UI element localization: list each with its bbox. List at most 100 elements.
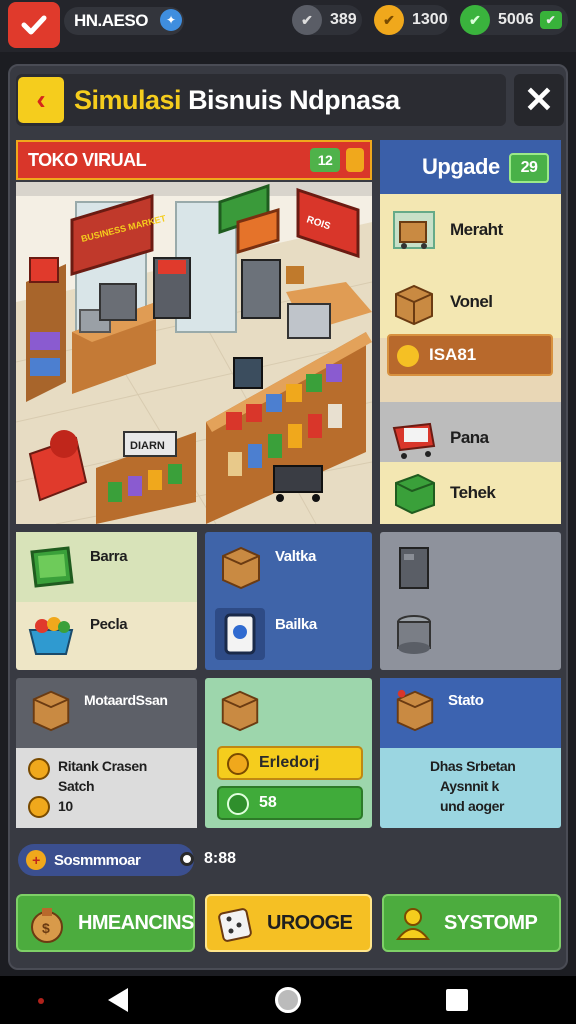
timer-value: 8:88 — [204, 850, 237, 867]
upgrade-item[interactable]: Vonel — [380, 266, 561, 338]
indicator-dot — [38, 998, 44, 1004]
gem-resource[interactable]: ✔ 5006 ✔ — [460, 5, 568, 35]
system-label: SYSTOMP — [444, 911, 538, 934]
shopping-cart-icon — [390, 414, 438, 462]
upgrade-count-badge: 29 — [509, 153, 549, 183]
shop-scene[interactable]: BUSINESS MARKET ROIS DIARN — [16, 182, 372, 524]
upgrade-item-label: Vonel — [450, 292, 493, 311]
upgrade-item-label: Meraht — [450, 220, 503, 239]
upgrade-title: Upgade — [422, 154, 500, 179]
back-button[interactable]: ‹ — [18, 77, 64, 123]
card-desc: Aysnnit k — [440, 778, 499, 794]
green-action-label: 58 — [259, 794, 277, 811]
card-line: 10 — [58, 798, 73, 814]
silver-resource[interactable]: ✔ 389 — [292, 5, 362, 35]
box-icon — [221, 690, 259, 732]
gem-icon: ✔ — [460, 5, 490, 35]
barrel-icon — [397, 615, 431, 654]
action-card-middle: Erledorj 58 — [205, 678, 372, 828]
gold-resource[interactable]: ✔ 1300 — [374, 5, 450, 35]
nav-home-icon[interactable] — [275, 987, 301, 1013]
upgrade-header: Upgade 29 — [380, 140, 561, 194]
shop-coin-icon — [346, 148, 364, 172]
green-crate-icon — [390, 469, 438, 517]
dice-icon — [218, 908, 252, 942]
card-desc: und aoger — [440, 798, 505, 814]
green-tablet-icon — [30, 546, 74, 588]
upgrade-item[interactable]: Meraht — [380, 194, 561, 266]
silver-amount: 389 — [330, 11, 357, 28]
top-status-bar: HN.AESO ✦ ✔ 389 ✔ 1300 ✔ 5006 ✔ — [0, 0, 576, 52]
title-bar: ‹ Simulasi Bisnuis Ndpnasa — [16, 74, 506, 126]
upgrade-price: ISA81 — [429, 345, 477, 364]
status-card-right[interactable]: Stato Dhas Srbetan Aysnnit k und aoger — [380, 678, 561, 828]
shop-level-badge: 12 — [310, 148, 340, 172]
locker-icon — [399, 547, 429, 589]
yellow-action-label: Erledorj — [259, 754, 320, 771]
box-icon — [32, 690, 70, 732]
nav-back-icon[interactable] — [108, 988, 128, 1012]
player-name-label: HN.AESO — [74, 11, 148, 30]
close-icon: ✕ — [523, 79, 555, 120]
svg-text:$: $ — [42, 920, 50, 936]
title-rest: Bisnuis Ndpnasa — [188, 84, 400, 115]
box-icon — [396, 689, 434, 732]
cart-box-icon — [390, 206, 438, 254]
card-item-label: Barra — [90, 548, 128, 565]
app-menu-button[interactable] — [8, 2, 60, 48]
card-line: Ritank Crasen — [58, 758, 147, 774]
status-label: Sosmmmoar — [54, 851, 141, 869]
coin-icon — [28, 758, 50, 780]
cardboard-box-icon — [390, 278, 438, 326]
shelf-sign-text: DIARN — [130, 440, 165, 452]
page-title: Simulasi Bisnuis Ndpnasa — [74, 85, 400, 116]
verified-icon: ✦ — [160, 9, 182, 31]
shop-level: 12 — [317, 152, 333, 168]
silver-coin-icon: ✔ — [292, 5, 322, 35]
finance-label: HMEANCINS — [78, 911, 194, 934]
shop-illustration: BUSINESS MARKET ROIS DIARN — [16, 182, 372, 524]
box-icon — [222, 546, 260, 590]
item-card-3[interactable] — [380, 532, 561, 670]
card-item-label: Pecla — [90, 616, 128, 633]
chevron-left-icon: ‹ — [36, 84, 46, 115]
upgrade-label: UROOGE — [267, 911, 353, 934]
yellow-action-button[interactable]: Erledorj — [217, 746, 363, 780]
coin-icon — [227, 753, 249, 775]
item-card-1[interactable]: Barra Pecla — [16, 532, 197, 670]
system-navigation-bar — [0, 976, 576, 1024]
card-item-label: Bailka — [275, 616, 317, 633]
finance-button[interactable]: $ HMEANCINS — [16, 894, 195, 952]
person-icon — [395, 908, 431, 940]
title-word1: Simulasi — [74, 84, 182, 115]
upgrade-count: 29 — [520, 159, 538, 176]
upgrade-button[interactable]: UROOGE — [205, 894, 372, 952]
nav-recents-icon[interactable] — [446, 989, 468, 1011]
checkmark-icon — [21, 15, 47, 35]
card-title: MotaardSsan — [84, 692, 168, 708]
card-line: Satch — [58, 778, 95, 794]
green-action-button[interactable]: 58 — [217, 786, 363, 820]
shop-title-bar: TOKO VIRUAL 12 — [16, 140, 372, 180]
status-pill[interactable]: + Sosmmmoar — [18, 844, 194, 876]
coin-icon — [397, 345, 419, 367]
shop-shelf-sign: DIARN — [123, 431, 177, 457]
info-card-left[interactable]: MotaardSsan Ritank Crasen Satch 10 — [16, 678, 197, 828]
gem-amount: 5006 — [498, 11, 534, 28]
upgrade-item[interactable]: Tehek — [380, 462, 561, 524]
item-card-2[interactable]: Valtka Bailka — [205, 532, 372, 670]
money-bag-icon: $ — [31, 908, 63, 943]
coin-icon — [28, 796, 50, 818]
gold-coin-icon: ✔ — [374, 5, 404, 35]
gold-amount: 1300 — [412, 11, 448, 28]
add-gems-icon[interactable]: ✔ — [539, 11, 562, 29]
plus-icon: + — [26, 850, 46, 870]
upgrade-price-button[interactable]: ISA81 — [387, 334, 553, 376]
card-desc: Dhas Srbetan — [430, 758, 516, 774]
timer: 8:88 — [180, 850, 236, 868]
upgrade-item-label: Tehek — [450, 483, 496, 502]
badge-card-icon — [224, 613, 256, 655]
upgrade-panel: Upgade 29 Meraht Vonel Pana Tehek — [380, 140, 561, 524]
system-button[interactable]: SYSTOMP — [382, 894, 561, 952]
close-button[interactable]: ✕ — [514, 74, 564, 126]
